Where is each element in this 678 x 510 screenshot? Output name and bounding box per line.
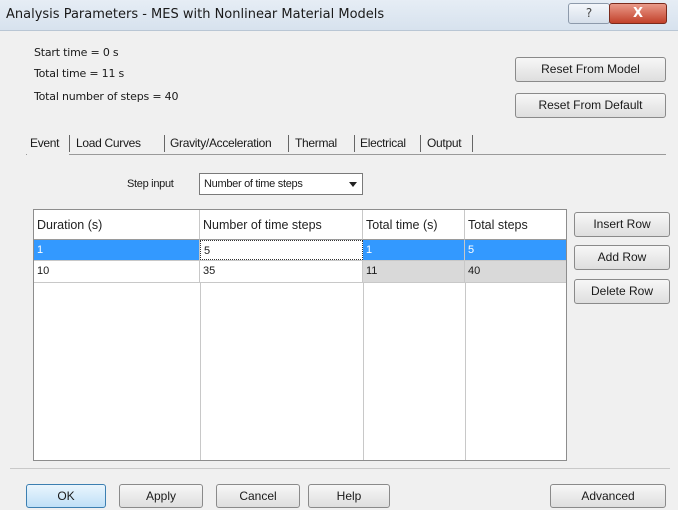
duration-cell[interactable]: 10 (34, 261, 200, 282)
tab-separator (288, 135, 289, 152)
duration-cell[interactable]: 1 (34, 240, 200, 260)
total-steps-cell: 40 (465, 261, 566, 282)
tab-separator (354, 135, 355, 152)
chevron-down-icon (349, 182, 357, 187)
tab-separator (69, 135, 70, 152)
help-titlebar-button[interactable]: ? (568, 3, 610, 24)
tab-separator (164, 135, 165, 152)
time-steps-cell[interactable]: 35 (200, 261, 363, 282)
total-time-cell: 11 (363, 261, 465, 282)
row-divider (34, 260, 566, 261)
window-title: Analysis Parameters - MES with Nonlinear… (6, 7, 385, 22)
tab-baseline (26, 154, 666, 155)
start-time-text: Start time = 0 s (34, 46, 119, 59)
step-input-label: Step input (127, 178, 174, 190)
total-time-cell: 1 (363, 240, 465, 260)
parameters-table: Duration (s) Number of time steps Total … (33, 209, 567, 461)
advanced-button[interactable]: Advanced (550, 484, 666, 508)
total-steps-text: Total number of steps = 40 (34, 90, 179, 103)
total-time-text: Total time = 11 s (34, 67, 125, 80)
step-input-dropdown[interactable]: Number of time steps (199, 173, 363, 195)
add-row-button[interactable]: Add Row (574, 245, 670, 270)
column-header-time-steps[interactable]: Number of time steps (200, 210, 363, 240)
tab-separator (472, 135, 473, 152)
total-steps-cell: 5 (465, 240, 566, 260)
insert-row-button[interactable]: Insert Row (574, 212, 670, 237)
analysis-parameters-dialog: Analysis Parameters - MES with Nonlinear… (0, 0, 678, 510)
close-button[interactable]: X (609, 3, 667, 24)
column-divider (465, 282, 466, 460)
help-button[interactable]: Help (308, 484, 390, 508)
tab-separator (420, 135, 421, 152)
tab-thermal[interactable]: Thermal (295, 133, 337, 153)
tab-event[interactable]: Event (30, 133, 59, 153)
column-divider (200, 282, 201, 460)
column-header-duration[interactable]: Duration (s) (34, 210, 200, 240)
tab-output[interactable]: Output (427, 133, 462, 153)
reset-from-default-button[interactable]: Reset From Default (515, 93, 666, 118)
apply-button[interactable]: Apply (119, 484, 203, 508)
time-steps-cell[interactable]: 5 (200, 240, 363, 260)
column-divider (363, 282, 364, 460)
tab-gravity-acceleration[interactable]: Gravity/Acceleration (170, 133, 272, 153)
row-divider (34, 282, 566, 283)
tab-load-curves[interactable]: Load Curves (76, 133, 141, 153)
title-bar: Analysis Parameters - MES with Nonlinear… (0, 0, 678, 31)
footer-divider (10, 468, 670, 469)
reset-from-model-button[interactable]: Reset From Model (515, 57, 666, 82)
cancel-button[interactable]: Cancel (216, 484, 300, 508)
column-header-total-time[interactable]: Total time (s) (363, 210, 465, 240)
ok-button[interactable]: OK (26, 484, 106, 508)
active-tab-indicator (27, 154, 69, 155)
delete-row-button[interactable]: Delete Row (574, 279, 670, 304)
column-header-total-steps[interactable]: Total steps (465, 210, 566, 240)
step-input-value: Number of time steps (204, 178, 303, 190)
tab-electrical[interactable]: Electrical (360, 133, 406, 153)
